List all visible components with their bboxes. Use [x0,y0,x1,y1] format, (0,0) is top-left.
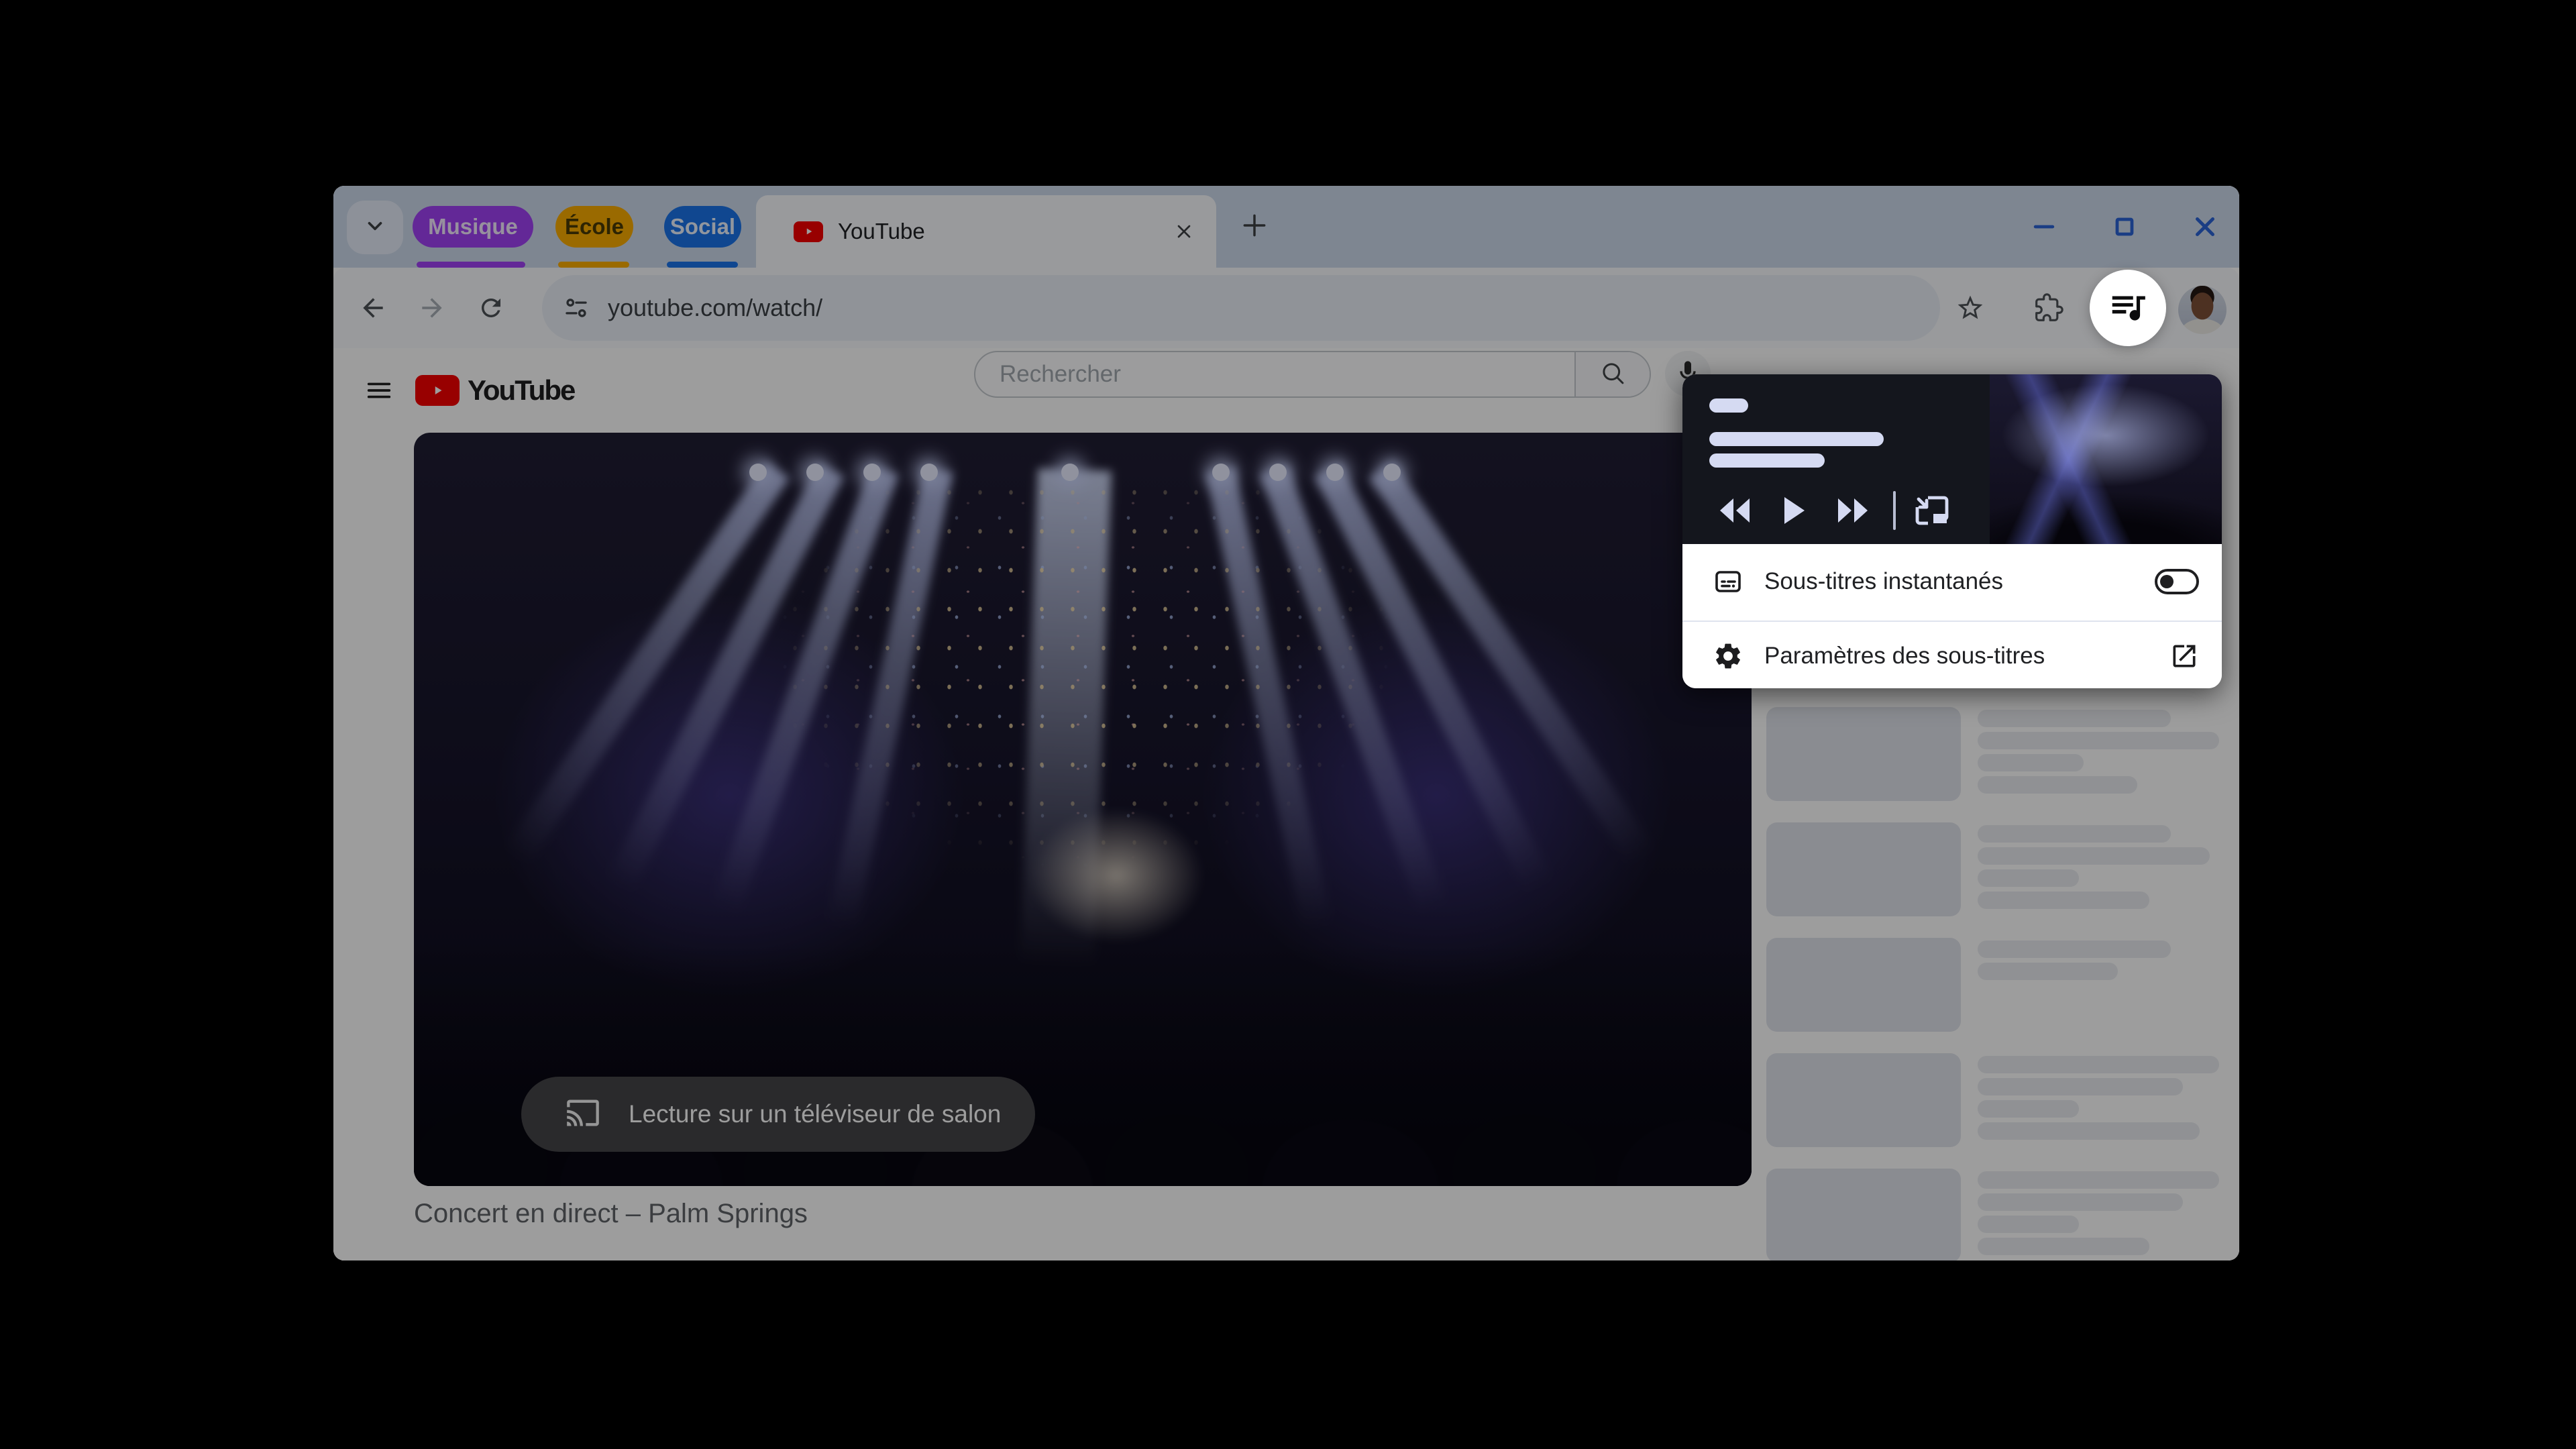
media-session-card [1682,374,2222,544]
play-button[interactable] [1764,488,1823,533]
live-caption-icon [1712,566,1744,598]
next-track-button[interactable] [1823,488,1882,533]
gear-icon [1712,641,1744,672]
media-controls-popup: Sous-titres instantanés Paramètres des s… [1682,374,2222,688]
dim-overlay [333,186,2239,1260]
live-caption-toggle-off[interactable] [2155,569,2199,594]
global-media-controls-button[interactable] [2090,270,2166,346]
skeleton-track-title [1709,432,1884,446]
browser-window: Musique École Social YouTube youtube.com… [333,186,2239,1260]
live-caption-label: Sous-titres instantanés [1764,568,2004,594]
playback-controls [1705,488,1957,533]
previous-track-button[interactable] [1705,488,1764,533]
album-artwork [1990,374,2222,544]
controls-divider [1893,491,1896,530]
skeleton-artist-name [1709,453,1825,468]
picture-in-picture-button[interactable] [1907,488,1957,533]
open-in-new-icon [2169,641,2199,671]
queue-music-icon [2107,286,2149,331]
skeleton-source-label [1709,398,1748,413]
caption-settings-label: Paramètres des sous-titres [1764,642,2045,669]
live-caption-row[interactable]: Sous-titres instantanés [1682,544,2222,619]
caption-settings-row[interactable]: Paramètres des sous-titres [1682,621,2222,688]
